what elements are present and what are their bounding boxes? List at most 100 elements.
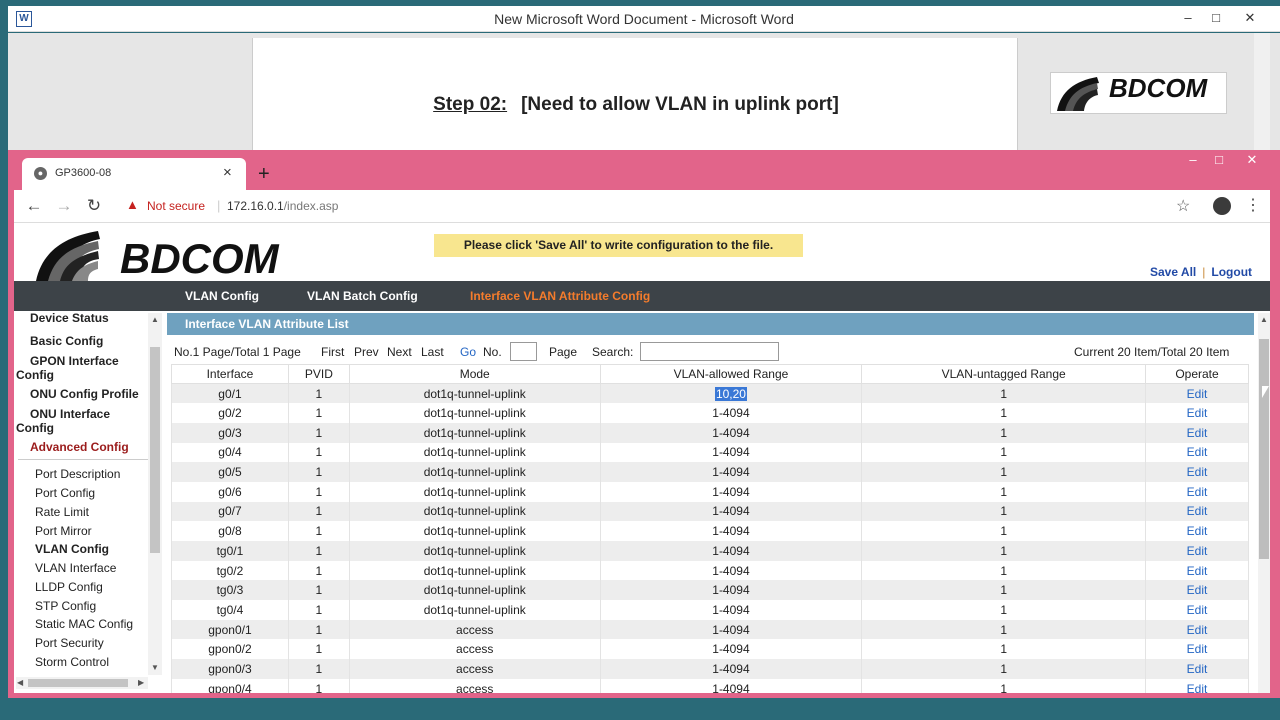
warning-icon[interactable]: ▲ [126, 198, 140, 212]
sidebar-rate-limit[interactable]: Rate Limit [35, 505, 89, 519]
cell-vlan-allowed: 1-4094 [712, 563, 750, 578]
nav-interface-vlan-attribute-config[interactable]: Interface VLAN Attribute Config [470, 289, 650, 303]
more-menu-icon[interactable]: ⋮ [1245, 195, 1261, 215]
edit-link[interactable]: Edit [1187, 662, 1208, 676]
edit-link[interactable]: Edit [1187, 426, 1208, 440]
link-separator: | [1202, 265, 1206, 279]
maximize-icon[interactable]: □ [1206, 9, 1226, 27]
cell-interface: g0/2 [218, 406, 242, 421]
cell-mode: dot1q-tunnel-uplink [423, 602, 526, 617]
sidebar-onu-config-profile[interactable]: ONU Config Profile [30, 387, 139, 401]
table-row: tg0/3 1 dot1q-tunnel-uplink 1-4094 1 Edit [171, 580, 1249, 601]
table-cell: Edit [1145, 383, 1249, 404]
cell-pvid: 1 [315, 642, 323, 657]
close-icon[interactable]: ✕ [1240, 9, 1260, 27]
sidebar-storm-control[interactable]: Storm Control [35, 655, 109, 669]
page-number-input[interactable] [510, 342, 537, 361]
new-tab-button[interactable]: + [258, 163, 270, 186]
cell-vlan-allowed: 1-4094 [712, 524, 750, 539]
sidebar-vlan-config[interactable]: VLAN Config [35, 542, 109, 556]
edit-link[interactable]: Edit [1187, 445, 1208, 459]
sidebar-stp-config[interactable]: STP Config [35, 599, 96, 613]
sidebar-port-description[interactable]: Port Description [35, 467, 120, 481]
bdcom-logo-word: BDCOM [1050, 72, 1227, 114]
go-link[interactable]: Go [460, 345, 476, 359]
nav-vlan-config[interactable]: VLAN Config [185, 289, 259, 303]
sidebar-scroll-thumb[interactable] [150, 347, 160, 553]
save-all-link[interactable]: Save All [1150, 265, 1196, 279]
edit-link[interactable]: Edit [1187, 504, 1208, 518]
scroll-left-icon[interactable]: ◀ [17, 678, 23, 687]
table-cell: 1 [287, 639, 350, 660]
table-row: g0/2 1 dot1q-tunnel-uplink 1-4094 1 Edit [171, 403, 1249, 423]
edit-link[interactable]: Edit [1187, 465, 1208, 479]
word-page[interactable]: Step 02: [Need to allow VLAN in uplink po… [252, 38, 1018, 151]
sidebar-static-mac-config[interactable]: Static MAC Config [35, 617, 133, 631]
table-cell: g0/5 [171, 462, 289, 482]
browser-minimize-icon[interactable]: – [1182, 152, 1204, 168]
url-separator: | [217, 198, 221, 213]
search-input[interactable] [640, 342, 779, 361]
sidebar-lldp-config[interactable]: LLDP Config [35, 580, 103, 594]
url-field[interactable]: 172.16.0.1/index.asp [227, 199, 338, 213]
page-info: No.1 Page/Total 1 Page [174, 345, 301, 359]
forward-arrow-icon[interactable]: → [53, 195, 75, 217]
sidebar-vlan-interface[interactable]: VLAN Interface [35, 561, 116, 575]
cell-vlan-allowed: 1-4094 [712, 543, 750, 558]
prev-page-link[interactable]: Prev [354, 345, 379, 359]
browser-maximize-icon[interactable]: □ [1208, 152, 1230, 168]
table-cell: gpon0/3 [171, 659, 289, 679]
sidebar-hscroll-thumb[interactable] [28, 679, 128, 687]
main-scroll-thumb[interactable] [1259, 339, 1269, 559]
table-cell: 1 [287, 422, 350, 443]
edit-link[interactable]: Edit [1187, 485, 1208, 499]
word-scrollbar[interactable] [1254, 33, 1270, 151]
edit-link[interactable]: Edit [1187, 387, 1208, 401]
scroll-up-icon[interactable]: ▲ [151, 315, 159, 324]
logout-link[interactable]: Logout [1211, 265, 1252, 279]
cell-vlan-untagged: 1 [1000, 681, 1007, 693]
edit-link[interactable]: Edit [1187, 583, 1208, 597]
nav-vlan-batch-config[interactable]: VLAN Batch Config [307, 289, 418, 303]
tab-close-icon[interactable]: × [223, 164, 232, 181]
scroll-right-icon[interactable]: ▶ [138, 678, 144, 687]
edit-link[interactable]: Edit [1187, 564, 1208, 578]
back-arrow-icon[interactable]: ← [23, 195, 45, 217]
table-cell: 1 [287, 442, 350, 463]
browser-close-icon[interactable]: ✕ [1241, 152, 1263, 168]
sidebar-basic-config[interactable]: Basic Config [30, 334, 103, 348]
minimize-icon[interactable]: – [1178, 9, 1198, 27]
first-page-link[interactable]: First [321, 345, 344, 359]
table-cell: 1-4094 [599, 560, 863, 581]
edit-link[interactable]: Edit [1187, 603, 1208, 617]
sidebar-device-status[interactable]: Device Status [30, 311, 109, 325]
edit-link[interactable]: Edit [1187, 682, 1208, 693]
edit-link[interactable]: Edit [1187, 406, 1208, 420]
table-cell: 1 [861, 600, 1147, 620]
table-cell: dot1q-tunnel-uplink [348, 600, 601, 620]
scroll-down-icon[interactable]: ▼ [151, 663, 159, 672]
main-scroll-up-icon[interactable]: ▲ [1260, 315, 1268, 324]
sidebar-onu-interface-config[interactable]: ONU Interface Config [16, 407, 140, 435]
sidebar-port-config[interactable]: Port Config [35, 486, 95, 500]
reload-icon[interactable]: ↻ [83, 195, 105, 217]
table-cell: 1 [861, 481, 1147, 502]
next-page-link[interactable]: Next [387, 345, 412, 359]
table-header-row: Interface PVID Mode VLAN-allowed Range V… [171, 364, 1249, 384]
sidebar-gpon-interface-config[interactable]: GPON Interface Config [16, 354, 146, 382]
sidebar-port-security[interactable]: Port Security [35, 636, 104, 650]
table-cell: 1 [287, 678, 350, 693]
last-page-link[interactable]: Last [421, 345, 444, 359]
sidebar-advanced-config[interactable]: Advanced Config [30, 440, 129, 454]
edit-link[interactable]: Edit [1187, 524, 1208, 538]
edit-link[interactable]: Edit [1187, 623, 1208, 637]
url-host: 172.16.0.1 [227, 199, 284, 213]
sidebar-port-mirror[interactable]: Port Mirror [35, 524, 92, 538]
edit-link[interactable]: Edit [1187, 544, 1208, 558]
edit-link[interactable]: Edit [1187, 642, 1208, 656]
not-secure-label[interactable]: Not secure [147, 199, 205, 213]
profile-avatar[interactable] [1213, 197, 1231, 215]
table-cell: 1 [861, 619, 1147, 640]
bookmark-star-icon[interactable]: ☆ [1176, 196, 1190, 216]
browser-tab[interactable]: ● GP3600-08 × [22, 158, 246, 190]
